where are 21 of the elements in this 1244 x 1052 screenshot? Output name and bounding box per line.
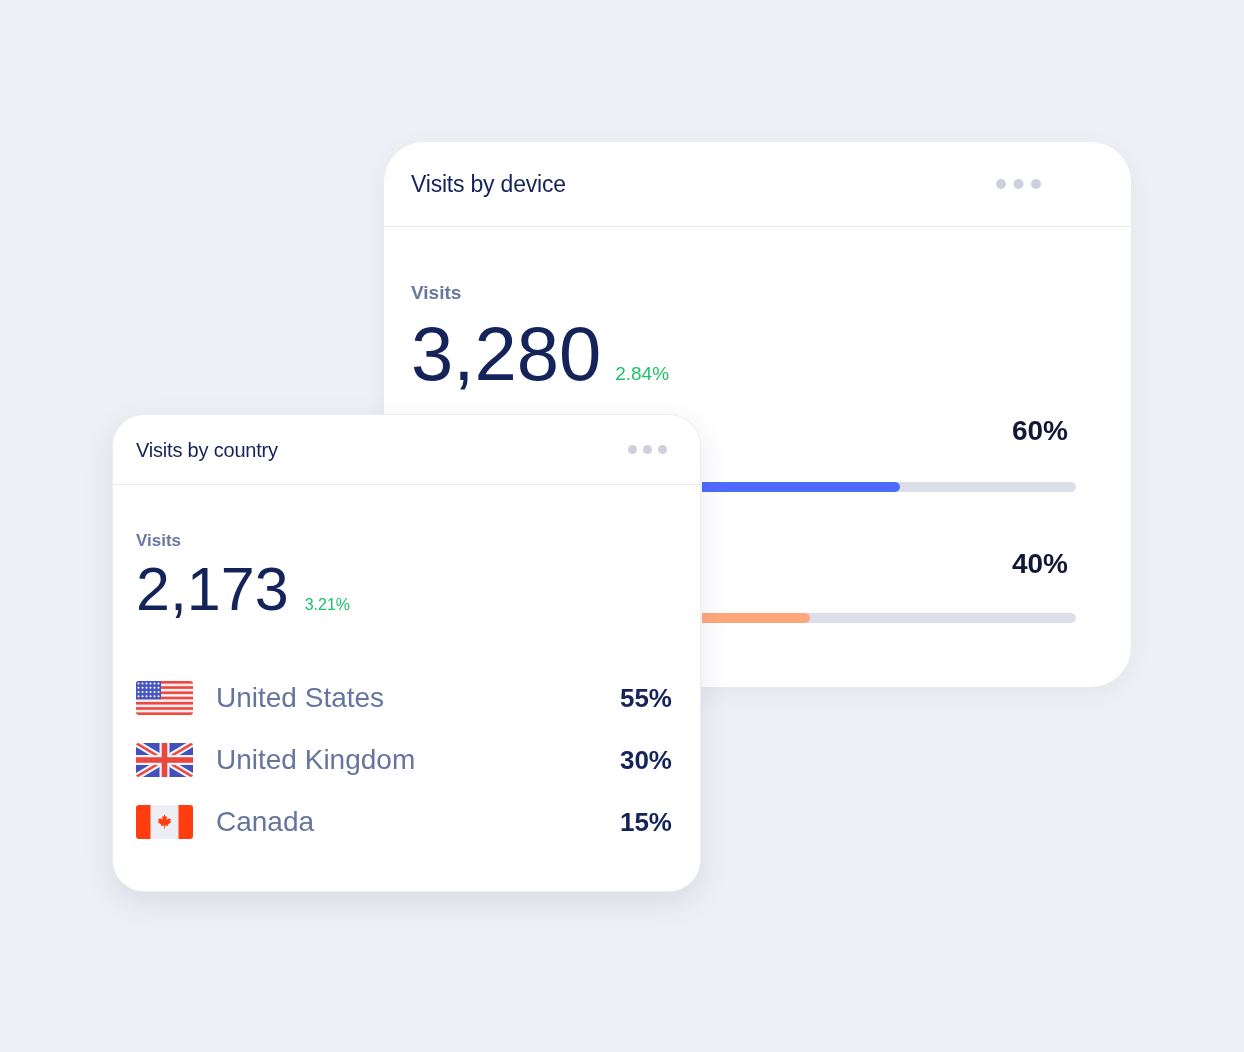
us-flag-icon bbox=[136, 681, 193, 715]
card-title: Visits by country bbox=[136, 437, 278, 463]
share-percent: 40% bbox=[1011, 548, 1068, 580]
uk-flag-icon bbox=[136, 743, 193, 777]
card-title: Visits by device bbox=[411, 169, 566, 199]
metric-value: 3,280 bbox=[411, 316, 602, 392]
country-name: United Kingdom bbox=[216, 743, 416, 777]
change-percent: 2.84% bbox=[615, 362, 670, 386]
more-options-icon[interactable] bbox=[628, 445, 667, 454]
country-share: 15% bbox=[619, 806, 672, 839]
metric-label: Visits bbox=[411, 281, 462, 305]
metric-value: 2,173 bbox=[136, 559, 289, 620]
country-name: Canada bbox=[216, 805, 315, 839]
country-share: 30% bbox=[619, 744, 672, 777]
country-share: 55% bbox=[619, 682, 672, 715]
country-name: United States bbox=[216, 681, 385, 715]
more-options-icon[interactable] bbox=[996, 179, 1041, 189]
change-percent: 3.21% bbox=[304, 595, 351, 615]
metric-label: Visits bbox=[136, 530, 182, 552]
canada-flag-icon bbox=[136, 805, 193, 839]
share-percent: 60% bbox=[1011, 415, 1068, 447]
